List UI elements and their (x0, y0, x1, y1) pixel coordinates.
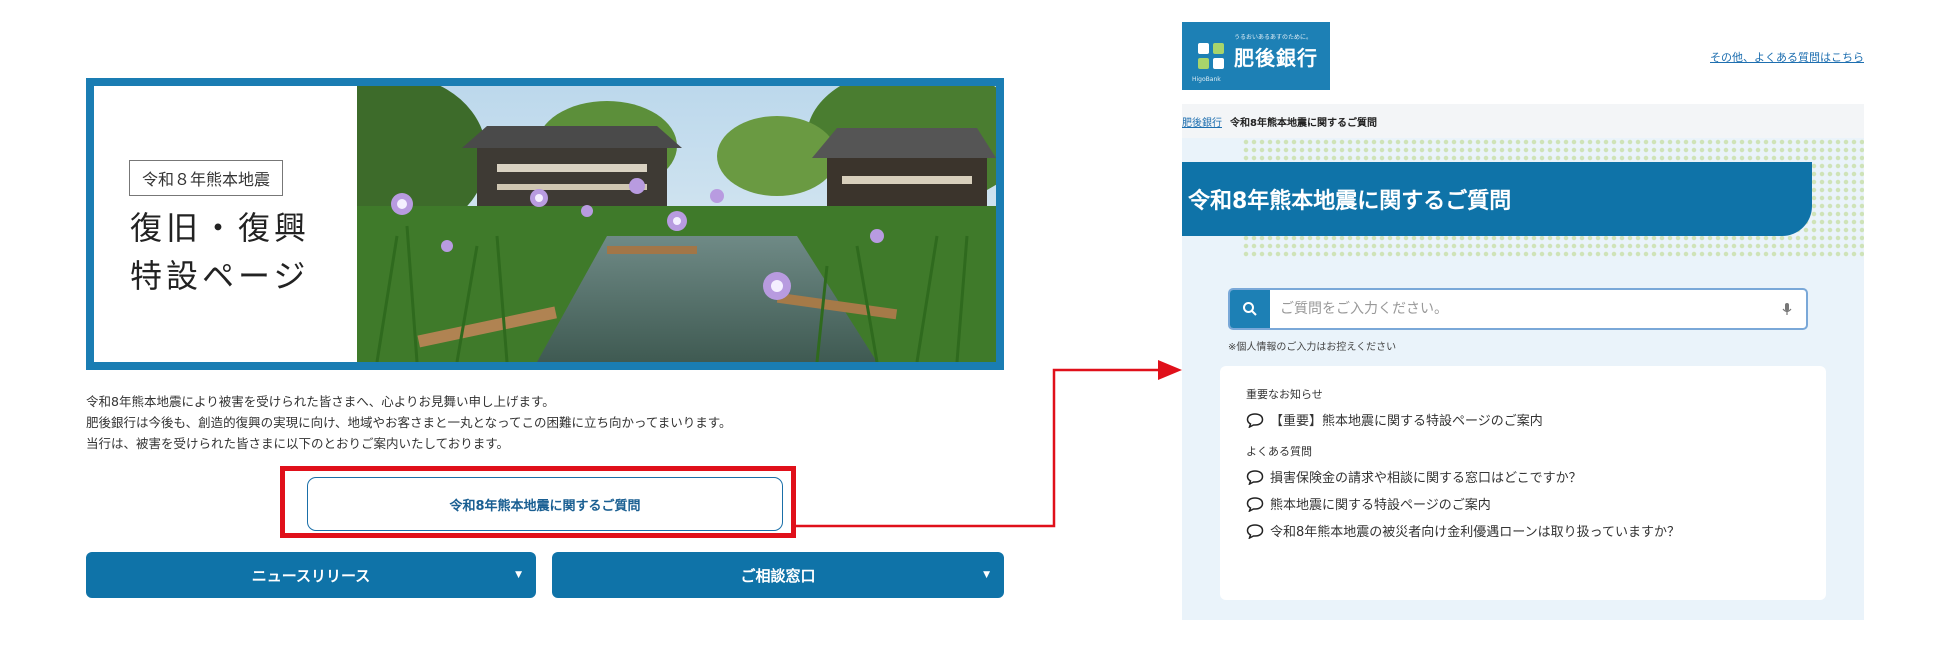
breadcrumb-current: 令和8年熊本地震に関するご質問 (1230, 117, 1377, 129)
news-release-button[interactable]: ニュースリリース ▼ (86, 552, 536, 598)
hero-banner: 令和８年熊本地震 復旧・復興 特設ページ (86, 78, 1004, 370)
microphone-icon[interactable] (1782, 302, 1792, 316)
faq-card: 重要なお知らせ 【重要】熊本地震に関する特設ページのご案内 よくある質問 損害保… (1220, 366, 1826, 600)
speech-bubble-icon (1246, 412, 1264, 428)
intro-line: 肥後銀行は今後も、創造的復興の実現に向け、地域やお客さまと一丸となってこの困難に… (86, 415, 732, 430)
chevron-down-icon: ▼ (983, 570, 990, 580)
hero-title-line1: 復旧・復興 (130, 209, 311, 247)
notice-item-label: 【重要】熊本地震に関する特設ページのご案内 (1270, 414, 1543, 429)
page-header: 肥後銀行 うるおいあるあすのために。 HigoBank その他、よくある質問はこ… (1182, 22, 1864, 104)
earthquake-faq-button[interactable]: 令和8年熊本地震に関するご質問 (307, 477, 783, 531)
other-faq-link[interactable]: その他、よくある質問はこちら (1710, 49, 1864, 65)
garden-photo (357, 86, 996, 362)
faq-item[interactable]: 令和8年熊本地震の被災者向け金利優遇ローンは取り扱っていますか？ (1246, 521, 1800, 540)
consultation-label: ご相談窓口 (740, 566, 816, 585)
search-button[interactable] (1230, 290, 1270, 328)
faq-item[interactable]: 熊本地震に関する特設ページのご案内 (1246, 494, 1800, 513)
news-release-label: ニュースリリース (251, 566, 371, 585)
chevron-down-icon: ▼ (515, 570, 522, 580)
hero-text-block: 令和８年熊本地震 復旧・復興 特設ページ (94, 86, 357, 362)
faq-item-label: 熊本地震に関する特設ページのご案内 (1270, 498, 1491, 513)
bank-mark-icon (1198, 43, 1224, 69)
logo-tagline: うるおいあるあすのために。 (1234, 34, 1313, 41)
page-title: 令和8年熊本地震に関するご質問 (1188, 189, 1512, 214)
breadcrumb-home-link[interactable]: 肥後銀行 (1182, 114, 1222, 129)
faq-item-label: 令和8年熊本地震の被災者向け金利優遇ローンは取り扱っていますか？ (1270, 525, 1680, 540)
intro-line: 当行は、被害を受けられた皆さまに以下のとおりご案内いたしております。 (86, 436, 510, 451)
hero-title-line2: 特設ページ (130, 257, 310, 295)
breadcrumb: 肥後銀行 令和8年熊本地震に関するご質問 (1182, 104, 1864, 138)
intro-text: 令和8年熊本地震により被害を受けられた皆さまへ、心よりお見舞い申し上げます。 肥… (86, 391, 732, 454)
left-panel: 令和８年熊本地震 復旧・復興 特設ページ 令和8年熊本地震により被害を受けられた… (0, 0, 1080, 646)
privacy-note: ※個人情報のご入力はお控えください (1228, 342, 1397, 353)
hero-badge: 令和８年熊本地震 (129, 160, 284, 196)
faq-item[interactable]: 損害保険金の請求や相談に関する窓口はどこですか？ (1246, 467, 1800, 486)
faq-heading: よくある質問 (1246, 445, 1312, 458)
faq-item-label: 損害保険金の請求や相談に関する窓口はどこですか？ (1270, 471, 1582, 486)
speech-bubble-icon (1246, 496, 1264, 512)
faq-button-label: 令和8年熊本地震に関するご質問 (449, 498, 641, 514)
notice-heading: 重要なお知らせ (1246, 388, 1323, 401)
hero-title: 復旧・復興 特設ページ (130, 204, 310, 300)
logo-sub: HigoBank (1192, 76, 1221, 83)
search-icon (1243, 302, 1257, 316)
page-title-banner: 令和8年熊本地震に関するご質問 (1182, 162, 1812, 236)
speech-bubble-icon (1246, 523, 1264, 539)
higo-bank-logo[interactable]: 肥後銀行 うるおいあるあすのために。 HigoBank (1182, 22, 1330, 90)
faq-page-panel: 肥後銀行 うるおいあるあすのために。 HigoBank その他、よくある質問はこ… (1182, 22, 1864, 620)
notice-item[interactable]: 【重要】熊本地震に関する特設ページのご案内 (1246, 410, 1800, 429)
consultation-button[interactable]: ご相談窓口 ▼ (552, 552, 1004, 598)
faq-body: 令和8年熊本地震に関するご質問 ※個人情報のご入力はお控えください 重要なお知ら… (1182, 138, 1864, 620)
search-input[interactable] (1270, 300, 1782, 318)
search-box[interactable] (1228, 288, 1808, 330)
logo-text: 肥後銀行 (1234, 45, 1318, 70)
intro-line: 令和8年熊本地震により被害を受けられた皆さまへ、心よりお見舞い申し上げます。 (86, 394, 555, 409)
speech-bubble-icon (1246, 469, 1264, 485)
